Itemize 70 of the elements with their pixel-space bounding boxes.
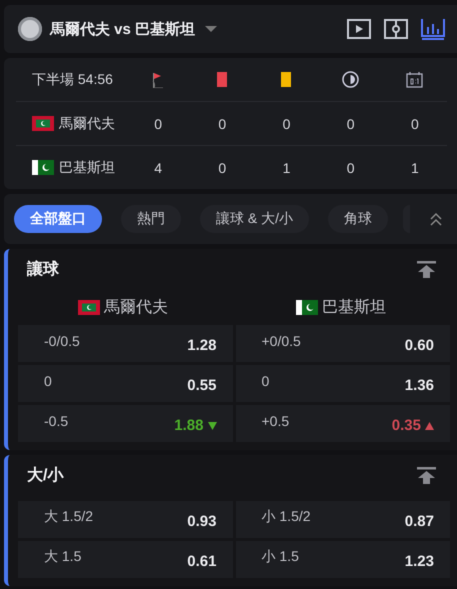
team-name: 巴基斯坦 bbox=[322, 298, 386, 318]
handicap-line: 0 bbox=[262, 372, 270, 388]
pitch-icon[interactable] bbox=[384, 19, 408, 39]
pin-to-top-icon[interactable] bbox=[417, 260, 436, 278]
handicap-line: -0/0.5 bbox=[44, 332, 80, 348]
odds-cell[interactable]: 大 1.5/2 0.93 bbox=[18, 501, 232, 538]
scoreboard-icon bbox=[406, 71, 424, 88]
flag-icon bbox=[296, 300, 318, 314]
odds-cell[interactable]: -0.5 1.88 bbox=[18, 405, 232, 442]
stat-value: 0 bbox=[282, 116, 290, 132]
down-arrow-icon bbox=[208, 422, 216, 430]
odds-value: 0.87 bbox=[404, 513, 434, 530]
sending-off-card-icon bbox=[217, 72, 228, 87]
stat-value: 1 bbox=[282, 160, 290, 176]
odds-cell[interactable]: 大 1.5 0.61 bbox=[18, 541, 232, 578]
odds-value: 1.88 bbox=[174, 417, 204, 434]
stat-value: 1 bbox=[410, 160, 419, 176]
play-icon[interactable] bbox=[347, 19, 371, 39]
filter-tab[interactable]: 全部盤口 bbox=[14, 205, 102, 233]
filter-tab[interactable]: 熱門 bbox=[121, 205, 181, 233]
odds-value: 0.61 bbox=[187, 553, 216, 570]
handicap-line: +0/0.5 bbox=[262, 332, 301, 348]
match-period: 下半場 54:56 bbox=[31, 70, 114, 88]
half-circle-icon bbox=[342, 71, 360, 88]
handicap-line: 小 1.5/2 bbox=[262, 508, 311, 526]
odds-cell[interactable]: 0 0.55 bbox=[18, 365, 232, 402]
handicap-line: 小 1.5 bbox=[262, 548, 299, 566]
odds-value: 0.60 bbox=[404, 337, 434, 354]
flag-icon bbox=[32, 160, 54, 175]
bar-chart-icon[interactable] bbox=[421, 18, 445, 40]
handicap-line: 大 1.5 bbox=[44, 548, 82, 566]
handicap-line: -0.5 bbox=[44, 412, 68, 428]
team-logo-icon bbox=[18, 17, 42, 41]
odds-value: 1.36 bbox=[404, 377, 434, 394]
section-title: 讓球 bbox=[27, 259, 59, 280]
stat-value: 0 bbox=[218, 116, 226, 132]
odds-cell[interactable]: 小 1.5 1.23 bbox=[236, 541, 450, 578]
section-title: 大/小 bbox=[27, 466, 64, 486]
filter-tab[interactable]: 角球 bbox=[328, 205, 388, 233]
odds-value: 1.23 bbox=[404, 553, 434, 570]
odds-cell[interactable]: +0.5 0.35 bbox=[236, 405, 450, 442]
odds-cell[interactable]: +0/0.5 0.60 bbox=[236, 325, 450, 362]
stat-value: 0 bbox=[346, 160, 355, 176]
odds-value: 0.93 bbox=[187, 513, 216, 530]
dropdown-caret-icon[interactable] bbox=[205, 26, 218, 32]
pin-to-top-icon[interactable] bbox=[417, 466, 436, 484]
odds-cell[interactable]: 0 1.36 bbox=[236, 365, 450, 402]
stat-value: 0 bbox=[346, 116, 355, 132]
match-title: 馬爾代夫 vs 巴基斯坦 bbox=[50, 20, 196, 38]
odds-cell[interactable]: 小 1.5/2 0.87 bbox=[236, 501, 450, 538]
odds-value: 0.35 bbox=[392, 417, 421, 434]
collapse-icon[interactable] bbox=[429, 212, 443, 226]
stat-value: 0 bbox=[410, 116, 419, 132]
odds-value: 1.28 bbox=[187, 337, 216, 354]
team-name: 馬爾代夫 bbox=[104, 298, 168, 318]
odds-value: 0.55 bbox=[187, 377, 216, 394]
team-name: 巴基斯坦 bbox=[59, 158, 115, 176]
handicap-line: +0.5 bbox=[262, 412, 290, 428]
stat-value: 0 bbox=[154, 116, 162, 132]
handicap-line: 0 bbox=[44, 372, 52, 388]
flag-icon bbox=[32, 116, 54, 131]
stat-value: 0 bbox=[218, 160, 226, 176]
up-arrow-icon bbox=[425, 422, 434, 430]
filter-tab[interactable]: 讓球 & 大/小 bbox=[200, 205, 310, 233]
odds-cell[interactable]: -0/0.5 1.28 bbox=[18, 325, 232, 362]
flag-icon bbox=[78, 300, 100, 314]
handicap-line: 大 1.5/2 bbox=[44, 508, 94, 526]
stat-value: 4 bbox=[154, 160, 162, 176]
team-name: 馬爾代夫 bbox=[59, 114, 115, 132]
booking-card-icon bbox=[281, 72, 292, 87]
